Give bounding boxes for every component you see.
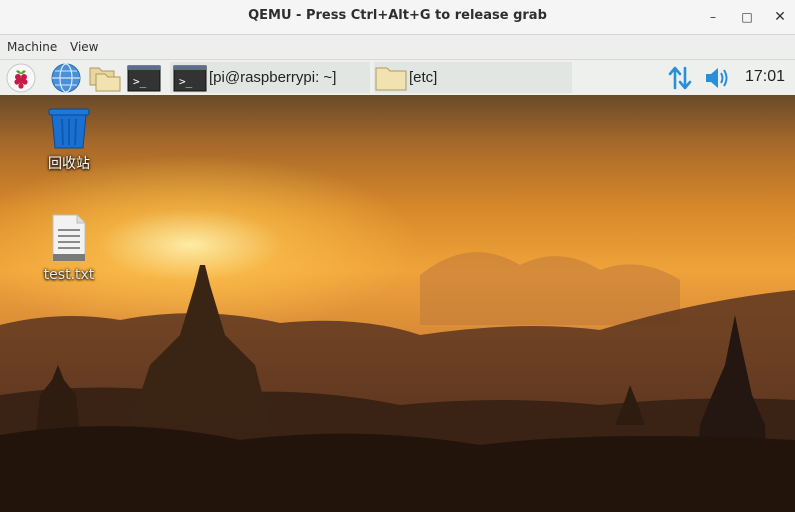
taskbar-window-label: [etc] (409, 69, 438, 86)
menu-machine[interactable]: Machine (7, 40, 57, 54)
svg-text:>_: >_ (179, 75, 193, 88)
terminal-launcher[interactable]: >_ (127, 62, 161, 93)
desktop-background: 回收站 test.txt (0, 95, 795, 512)
volume-button[interactable] (703, 62, 733, 93)
menu-view[interactable]: View (70, 40, 98, 54)
web-browser-launcher[interactable] (50, 62, 82, 93)
minimize-button[interactable]: – (703, 7, 723, 27)
terminal-icon: >_ (127, 65, 161, 92)
desktop-icon-test-file[interactable]: test.txt (30, 213, 108, 283)
file-manager-icon (89, 67, 121, 92)
desktop-icon-label: test.txt (43, 267, 95, 283)
taskbar-window-folder[interactable]: [etc] (374, 62, 572, 93)
qemu-menubar: Machine View (0, 35, 795, 60)
desktop-icon-trash[interactable]: 回收站 (30, 105, 108, 173)
svg-text:>_: >_ (133, 75, 147, 88)
close-button[interactable]: ✕ (770, 7, 790, 27)
network-arrows-icon (668, 66, 692, 90)
desktop-icon-label: 回收站 (48, 156, 90, 172)
network-button[interactable] (666, 62, 694, 93)
file-manager-launcher[interactable] (88, 62, 122, 93)
pi-taskbar: >_ >_ [pi@raspberrypi: ~] [etc] 17:01 (0, 60, 795, 95)
text-file-icon (52, 214, 86, 262)
raspberry-menu-icon (6, 63, 36, 93)
folder-icon (375, 67, 407, 91)
raspberry-menu-button[interactable] (5, 62, 37, 93)
taskbar-window-label: [pi@raspberrypi: ~] (209, 69, 337, 86)
maximize-button[interactable]: □ (737, 7, 757, 27)
window-titlebar[interactable]: QEMU - Press Ctrl+Alt+G to release grab … (0, 0, 795, 35)
trash-icon (48, 108, 90, 149)
wallpaper-silhouette (0, 252, 795, 512)
taskbar-window-terminal[interactable]: >_ [pi@raspberrypi: ~] (170, 62, 370, 93)
web-browser-icon (51, 63, 81, 93)
terminal-icon: >_ (173, 65, 207, 92)
speaker-icon (706, 68, 728, 88)
clock[interactable]: 17:01 (745, 68, 785, 86)
window-title: QEMU - Press Ctrl+Alt+G to release grab (248, 8, 547, 23)
